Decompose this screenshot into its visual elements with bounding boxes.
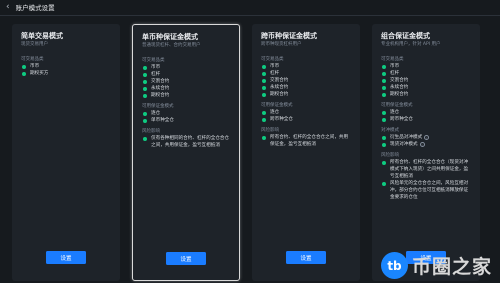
chevron-left-icon[interactable]: ‹ — [6, 2, 10, 12]
card-subtitle: 跨币种现货杠杆用户 — [261, 42, 302, 47]
card-subtitle: 现货交易用户 — [21, 42, 48, 47]
list-item: 期权合约 — [381, 91, 471, 98]
check-dot-icon — [262, 85, 266, 90]
check-dot-icon — [143, 72, 147, 77]
check-dot-icon — [382, 135, 386, 140]
list-item: 币币 — [381, 63, 471, 70]
list-item: 交割合约 — [261, 77, 351, 84]
check-dot-icon — [382, 92, 386, 97]
settings-button[interactable]: 设置 — [46, 251, 86, 264]
list-item: 杠杆 — [261, 70, 351, 77]
info-icon[interactable]: i — [424, 135, 430, 140]
check-dot-icon — [262, 71, 266, 76]
list-item: 币币 — [261, 63, 351, 70]
header-divider — [0, 15, 500, 16]
check-dot-icon — [143, 111, 147, 116]
card-title: 单币种保证金模式 — [142, 33, 198, 41]
section-label: 可用保证金模式 — [381, 103, 413, 108]
list-item: 期权合约 — [261, 91, 351, 98]
section-label: 可用保证金模式 — [261, 103, 293, 108]
check-dot-icon — [143, 79, 147, 84]
check-dot-icon — [382, 142, 386, 147]
section-label: 风险影响 — [142, 129, 160, 134]
mode-card-cross-currency[interactable]: 跨币种保证金模式 跨币种现货杠杆用户 可交易品类 币币 杠杆 交割合约 永续合约… — [252, 24, 360, 281]
check-dot-icon — [382, 64, 386, 69]
section-label: 对冲模式 — [381, 128, 399, 133]
check-dot-icon — [382, 160, 386, 165]
mode-card-single-currency[interactable]: 单币种保证金模式 普通现货杠杆、合约交易用户 可交易品类 币币 杠杆 交割合约 … — [132, 24, 240, 281]
check-dot-icon — [262, 135, 266, 140]
list-item: 杠杆 — [142, 71, 230, 78]
info-icon[interactable]: i — [419, 142, 425, 147]
check-dot-icon — [22, 64, 26, 69]
list-item: 所有合约、杠杆的全仓合仓之间，共用保证金，盈亏互相抵消 — [261, 134, 351, 148]
check-dot-icon — [22, 71, 26, 76]
section-label: 可用保证金模式 — [142, 104, 174, 109]
section-label: 可交易品类 — [261, 57, 284, 62]
list-item: 期权合约 — [142, 92, 230, 99]
check-dot-icon — [262, 110, 266, 115]
card-subtitle: 普通现货杠杆、合约交易用户 — [142, 43, 201, 48]
check-dot-icon — [382, 181, 386, 186]
section-label: 风险影响 — [261, 128, 279, 133]
list-item: 逐仓 — [142, 110, 230, 117]
settings-button[interactable]: 设置 — [166, 252, 206, 265]
list-item: 跨币种全仓 — [381, 116, 471, 123]
check-dot-icon — [143, 136, 147, 141]
card-title: 跨币种保证金模式 — [261, 32, 317, 40]
check-dot-icon — [382, 117, 386, 122]
check-dot-icon — [143, 118, 147, 123]
check-dot-icon — [262, 78, 266, 83]
list-item: 跨币种全仓 — [261, 116, 351, 123]
list-item: 永续合约 — [381, 84, 471, 91]
check-dot-icon — [382, 78, 386, 83]
list-item: 交割合约 — [142, 78, 230, 85]
list-item: 交割合约 — [381, 77, 471, 84]
check-dot-icon — [262, 64, 266, 69]
check-dot-icon — [262, 117, 266, 122]
check-dot-icon — [382, 110, 386, 115]
list-item: 仅有各种相同的合约、杠杆的全仓合仓之间，共用保证金，盈亏互相抵消 — [142, 135, 230, 149]
check-dot-icon — [143, 65, 147, 70]
list-item: 币币 — [142, 64, 230, 71]
list-item: 逐仓 — [381, 109, 471, 116]
card-title: 简单交易模式 — [21, 32, 63, 40]
list-item: 现货对冲模式 i — [381, 141, 471, 148]
page-title: 账户模式设置 — [15, 4, 55, 12]
list-item: 衍生品对冲模式 i — [381, 134, 471, 141]
section-label: 可交易品类 — [142, 58, 165, 63]
watermark-circle-logo: tb — [380, 252, 408, 279]
section-label: 可交易品类 — [21, 57, 44, 62]
check-dot-icon — [143, 86, 147, 91]
list-item: 币币 — [21, 63, 111, 70]
list-item: 杠杆 — [381, 70, 471, 77]
top-bar: ‹ 账户模式设置 — [0, 0, 500, 14]
section-label: 可交易品类 — [381, 57, 404, 62]
list-item: 所有合约、杠杆的全仓合仓（现货对冲模式下纳入现货）之间共用保证金，盈亏互相抵消 — [381, 159, 471, 180]
watermark-text: 币圈之家 — [411, 256, 492, 278]
section-label: 风险影响 — [381, 153, 399, 158]
list-item: 逐仓 — [261, 109, 351, 116]
mode-card-simple[interactable]: 简单交易模式 现货交易用户 可交易品类 币币 期权买方 设置 — [12, 24, 120, 281]
mode-card-portfolio[interactable]: 组合保证金模式 专业机构用户，针对 API 用户 可交易品类 币币 杠杆 交割合… — [372, 24, 480, 281]
settings-button[interactable]: 设置 — [286, 251, 326, 264]
check-dot-icon — [143, 93, 147, 98]
card-subtitle: 专业机构用户，针对 API 用户 — [381, 42, 441, 47]
watermark-logo: tb 币圈之家 — [380, 252, 492, 279]
list-item: 单币种全仓 — [142, 117, 230, 124]
list-item: 期权买方 — [21, 70, 111, 77]
check-dot-icon — [382, 71, 386, 76]
list-item: 风险单元的全仓合仓之间，风险互相对冲，部分合约仓位可互相抵消释放保证金要求的仓位 — [381, 180, 471, 201]
check-dot-icon — [262, 92, 266, 97]
check-dot-icon — [382, 85, 386, 90]
list-item: 永续合约 — [142, 85, 230, 92]
card-title: 组合保证金模式 — [381, 32, 430, 40]
list-item: 永续合约 — [261, 84, 351, 91]
